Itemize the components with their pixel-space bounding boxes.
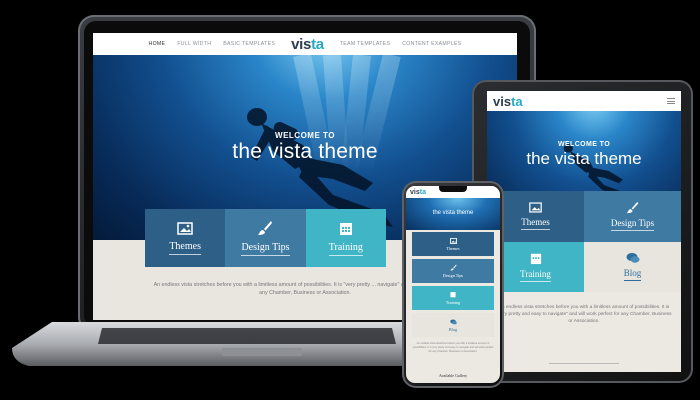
- vista-logo[interactable]: vista: [410, 189, 426, 196]
- hero-welcome-text: WELCOME TO: [557, 141, 611, 148]
- hero-welcome-text: WELCOME TO: [275, 131, 335, 140]
- nav-home[interactable]: HOME: [149, 41, 166, 47]
- chat-icon: [626, 253, 639, 263]
- tile-training[interactable]: Training: [305, 209, 386, 267]
- tile-label: Training: [445, 300, 461, 305]
- phone-screen: vista the vista theme Themes Design Tips…: [406, 186, 500, 383]
- hero-title: the vista theme: [526, 149, 642, 168]
- laptop-top-nav: HOME FULL WIDTH BASIC TEMPLATES vista TE…: [93, 33, 517, 55]
- tile-label: Design Tips: [610, 218, 655, 232]
- vista-logo[interactable]: vista: [493, 94, 523, 109]
- calendar-icon: [450, 292, 456, 298]
- tablet-top-nav: vista: [487, 91, 681, 111]
- vista-logo[interactable]: vista: [291, 36, 324, 53]
- hero-title: the vista theme: [432, 210, 474, 216]
- feature-tiles: Themes Design Tips Training Blog: [487, 191, 681, 292]
- nav-content-examples[interactable]: CONTENT EXAMPLES: [402, 41, 461, 47]
- tile-label: Blog: [448, 326, 458, 332]
- logo-part-b: ta: [419, 188, 426, 196]
- logo-part-a: vis: [291, 35, 312, 53]
- calendar-icon: [530, 253, 541, 264]
- nav-full-width[interactable]: FULL WIDTH: [177, 41, 211, 47]
- tile-label: Themes: [169, 241, 201, 255]
- tile-themes[interactable]: Themes: [412, 232, 494, 256]
- logo-part-a: vis: [493, 93, 512, 109]
- phone-notch: [439, 186, 467, 192]
- image-icon: [529, 202, 542, 213]
- tile-label: Training: [520, 269, 551, 282]
- paintbrush-icon: [258, 221, 273, 235]
- logo-part-b: ta: [511, 93, 523, 109]
- tile-blog[interactable]: Blog: [412, 313, 494, 337]
- paintbrush-icon: [449, 264, 457, 271]
- tile-design-tips[interactable]: Design Tips: [584, 191, 681, 242]
- tile-training[interactable]: Training: [412, 286, 494, 310]
- intro-paragraph: An endless vista stretches before you wi…: [412, 342, 494, 353]
- tile-label: Training: [328, 242, 363, 256]
- section-divider: [549, 363, 619, 364]
- tile-label: Themes: [521, 217, 550, 231]
- intro-paragraph: An endless vista stretches before you wi…: [496, 305, 672, 324]
- image-icon: [449, 237, 457, 244]
- feature-tiles: Themes Design Tips Training: [145, 209, 386, 267]
- tile-label: Blog: [623, 268, 642, 282]
- tablet-screen: vista WELCOME TO the vista theme Themes: [487, 91, 681, 372]
- hamburger-menu-icon[interactable]: [667, 98, 675, 104]
- device-mockup-stage: HOME FULL WIDTH BASIC TEMPLATES vista TE…: [0, 0, 700, 400]
- tile-blog[interactable]: Blog: [584, 241, 681, 292]
- tile-label: Design Tips: [442, 273, 464, 278]
- gallery-heading: Available Gallery: [438, 373, 468, 378]
- tile-themes[interactable]: Themes: [145, 209, 226, 267]
- logo-part-b: ta: [311, 35, 324, 53]
- image-icon: [177, 221, 193, 235]
- tile-label: Themes: [446, 245, 460, 251]
- hero-title: the vista theme: [232, 140, 378, 163]
- logo-part-a: vis: [410, 188, 420, 196]
- tile-label: Design Tips: [241, 242, 290, 256]
- tile-design-tips[interactable]: Design Tips: [225, 209, 306, 267]
- paintbrush-icon: [626, 202, 639, 214]
- chat-icon: [449, 319, 457, 324]
- nav-team-templates[interactable]: TEAM TEMPLATES: [340, 41, 390, 47]
- tile-design-tips[interactable]: Design Tips: [412, 259, 494, 283]
- calendar-icon: [339, 222, 352, 235]
- nav-basic-templates[interactable]: BASIC TEMPLATES: [223, 41, 275, 47]
